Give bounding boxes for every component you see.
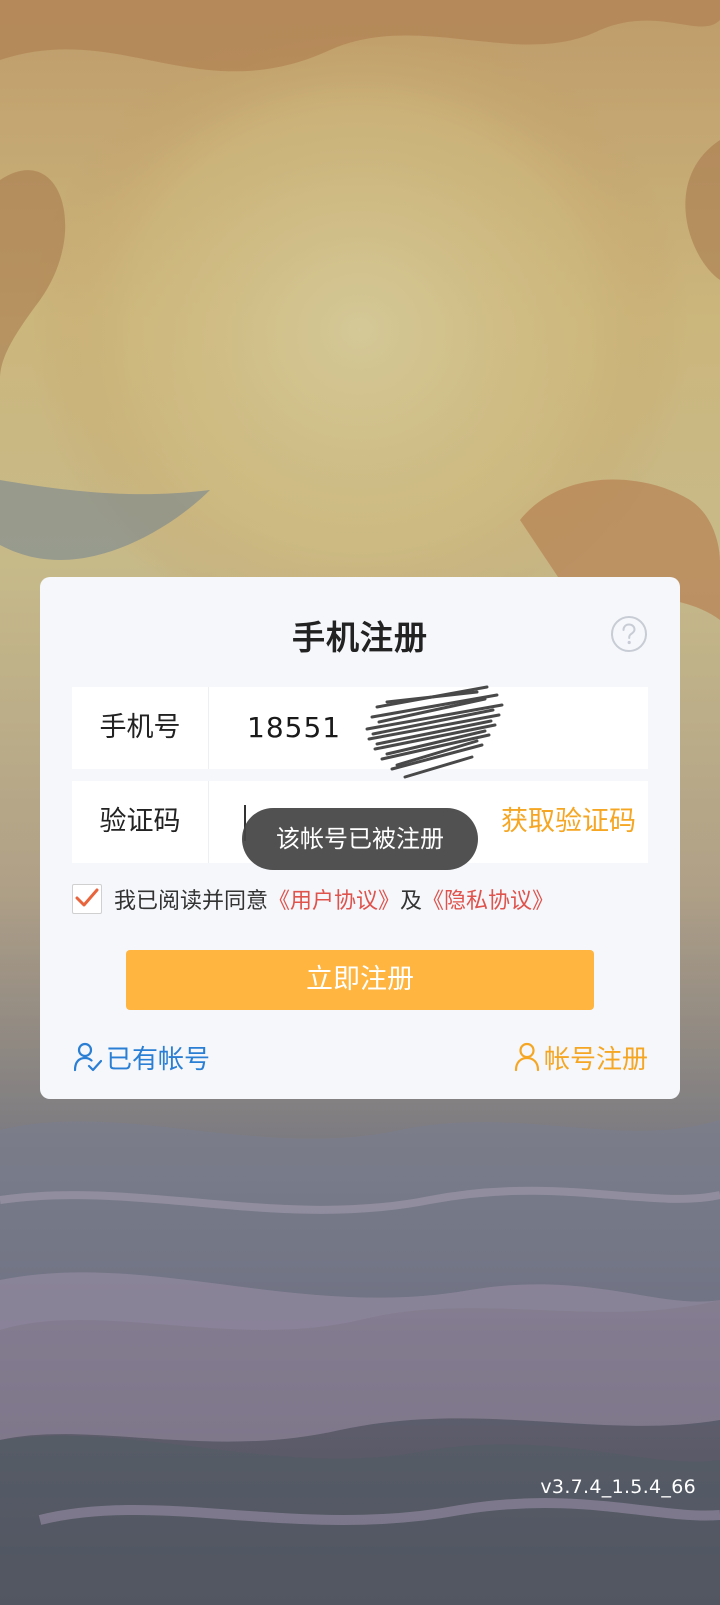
privacy-agreement-link[interactable]: 《隐私协议》 [422,883,554,915]
user-agreement-link[interactable]: 《用户协议》 [268,883,400,915]
account-register-link[interactable]: 帐号注册 [514,1037,648,1077]
dialog-title: 手机注册 [292,618,428,657]
phone-row: 手机号 18551 [72,685,648,779]
account-register-label: 帐号注册 [543,1044,648,1075]
checkmark-icon [75,888,99,907]
redaction-scribble [365,685,504,779]
agreement-checkbox[interactable] [72,884,102,914]
toast-message: 该帐号已被注册 [242,808,478,870]
have-account-link[interactable]: 已有帐号 [74,1037,210,1077]
version-label: v3.7.4_1.5.4_66 [540,1476,696,1498]
agreement-row: 我已阅读并同意 《用户协议》 及 《隐私协议》 [72,883,554,915]
user-icon [514,1042,540,1072]
get-code-button[interactable]: 获取验证码 [501,781,636,863]
help-question-icon[interactable] [610,615,648,653]
code-label: 验证码 [72,781,209,863]
phone-input[interactable]: 18551 [247,687,341,769]
have-account-label: 已有帐号 [106,1044,211,1075]
register-button[interactable]: 立即注册 [126,950,594,1010]
agreement-text: 我已阅读并同意 [114,889,269,914]
agreement-and-text: 及 [400,889,423,914]
user-check-icon [74,1042,102,1072]
phone-label: 手机号 [72,687,209,769]
